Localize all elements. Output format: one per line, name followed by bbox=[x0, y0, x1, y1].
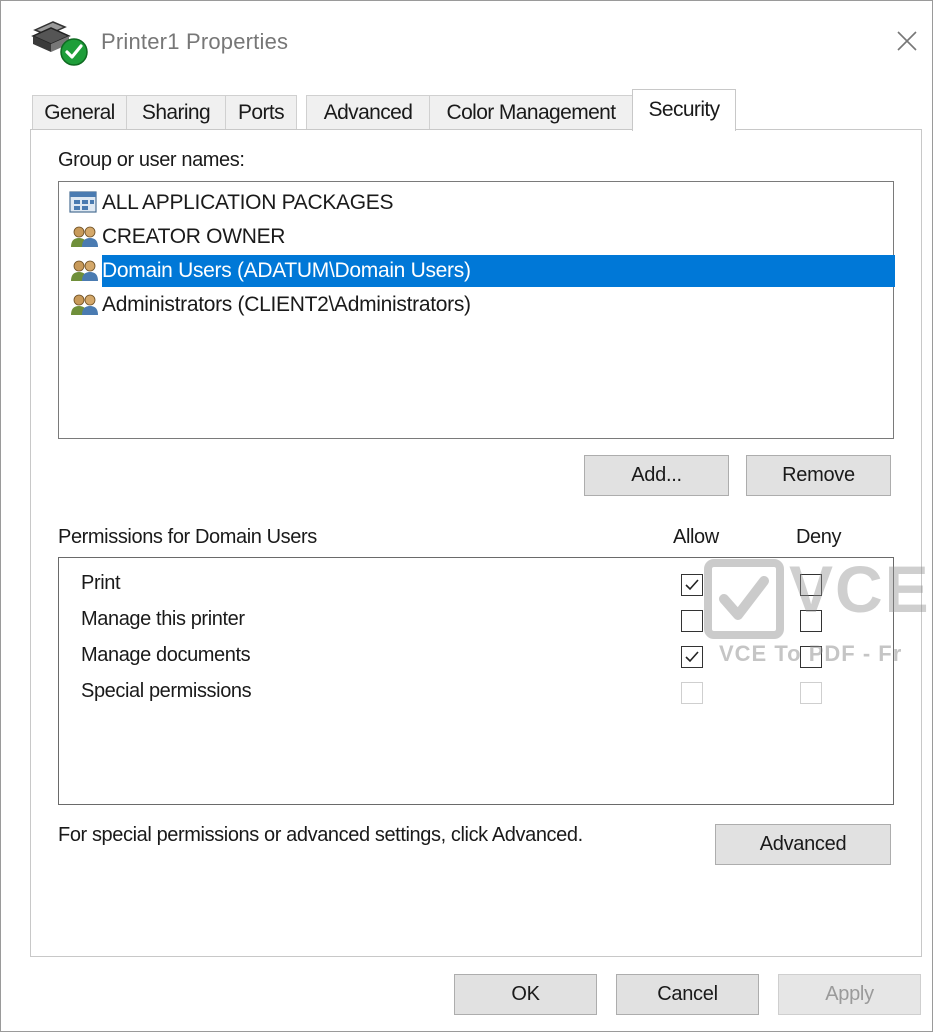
deny-checkbox[interactable] bbox=[800, 610, 822, 632]
permission-row-special: Special permissions bbox=[59, 674, 893, 710]
app-packages-icon bbox=[69, 191, 101, 215]
permission-name: Manage this printer bbox=[81, 608, 245, 630]
permission-name: Special permissions bbox=[81, 680, 252, 702]
tab-sharing[interactable]: Sharing bbox=[126, 95, 226, 129]
advanced-hint-text: For special permissions or advanced sett… bbox=[58, 824, 583, 846]
group-user-names-label: Group or user names: bbox=[58, 149, 245, 171]
allow-checkbox bbox=[681, 682, 703, 704]
deny-checkbox[interactable] bbox=[800, 646, 822, 668]
permission-row-manage-printer: Manage this printer bbox=[59, 602, 893, 638]
user-item-creator-owner[interactable]: CREATOR OWNER bbox=[69, 221, 893, 253]
permission-row-print: Print bbox=[59, 566, 893, 602]
permission-name: Print bbox=[81, 572, 121, 594]
checkmark-icon bbox=[685, 651, 699, 663]
user-group-icon bbox=[69, 259, 101, 283]
window-title: Printer1 Properties bbox=[101, 29, 289, 54]
deny-checkbox bbox=[800, 682, 822, 704]
ok-button[interactable]: OK bbox=[454, 974, 597, 1015]
user-group-icon bbox=[69, 293, 101, 317]
apply-button: Apply bbox=[778, 974, 921, 1015]
permissions-list: Print Manage this printer Manage documen… bbox=[58, 557, 894, 805]
allow-column-header: Allow bbox=[673, 526, 719, 548]
close-icon bbox=[897, 31, 917, 51]
allow-checkbox[interactable] bbox=[681, 610, 703, 632]
user-item-administrators[interactable]: Administrators (CLIENT2\Administrators) bbox=[69, 289, 893, 321]
user-group-icon bbox=[69, 225, 101, 249]
advanced-button[interactable]: Advanced bbox=[715, 824, 891, 865]
user-label: Administrators (CLIENT2\Administrators) bbox=[102, 293, 471, 316]
remove-button[interactable]: Remove bbox=[746, 455, 891, 496]
tab-security[interactable]: Security bbox=[632, 89, 736, 131]
permissions-label: Permissions for Domain Users bbox=[58, 526, 317, 548]
close-button[interactable] bbox=[887, 21, 927, 61]
checkmark-icon bbox=[685, 579, 699, 591]
allow-checkbox[interactable] bbox=[681, 646, 703, 668]
permission-name: Manage documents bbox=[81, 644, 251, 666]
tab-ports[interactable]: Ports bbox=[225, 95, 297, 129]
printer-properties-dialog: Printer1 Properties General Sharing Port… bbox=[0, 0, 933, 1032]
cancel-button[interactable]: Cancel bbox=[616, 974, 759, 1015]
user-label: CREATOR OWNER bbox=[102, 225, 286, 248]
tab-advanced[interactable]: Advanced bbox=[306, 95, 430, 129]
user-item-all-application-packages[interactable]: ALL APPLICATION PACKAGES bbox=[69, 187, 893, 219]
user-label: Domain Users (ADATUM\Domain Users) bbox=[102, 255, 895, 287]
user-item-domain-users[interactable]: Domain Users (ADATUM\Domain Users) bbox=[69, 255, 895, 287]
deny-column-header: Deny bbox=[796, 526, 842, 548]
user-list[interactable]: ALL APPLICATION PACKAGES CREATOR OWNER D… bbox=[58, 181, 895, 439]
user-label: ALL APPLICATION PACKAGES bbox=[102, 191, 394, 214]
tab-general[interactable]: General bbox=[32, 95, 127, 129]
deny-checkbox[interactable] bbox=[800, 574, 822, 596]
allow-checkbox[interactable] bbox=[681, 574, 703, 596]
add-button[interactable]: Add... bbox=[584, 455, 729, 496]
permission-row-manage-documents: Manage documents bbox=[59, 638, 893, 674]
printer-icon bbox=[29, 18, 91, 68]
tab-color-management[interactable]: Color Management bbox=[429, 95, 633, 129]
